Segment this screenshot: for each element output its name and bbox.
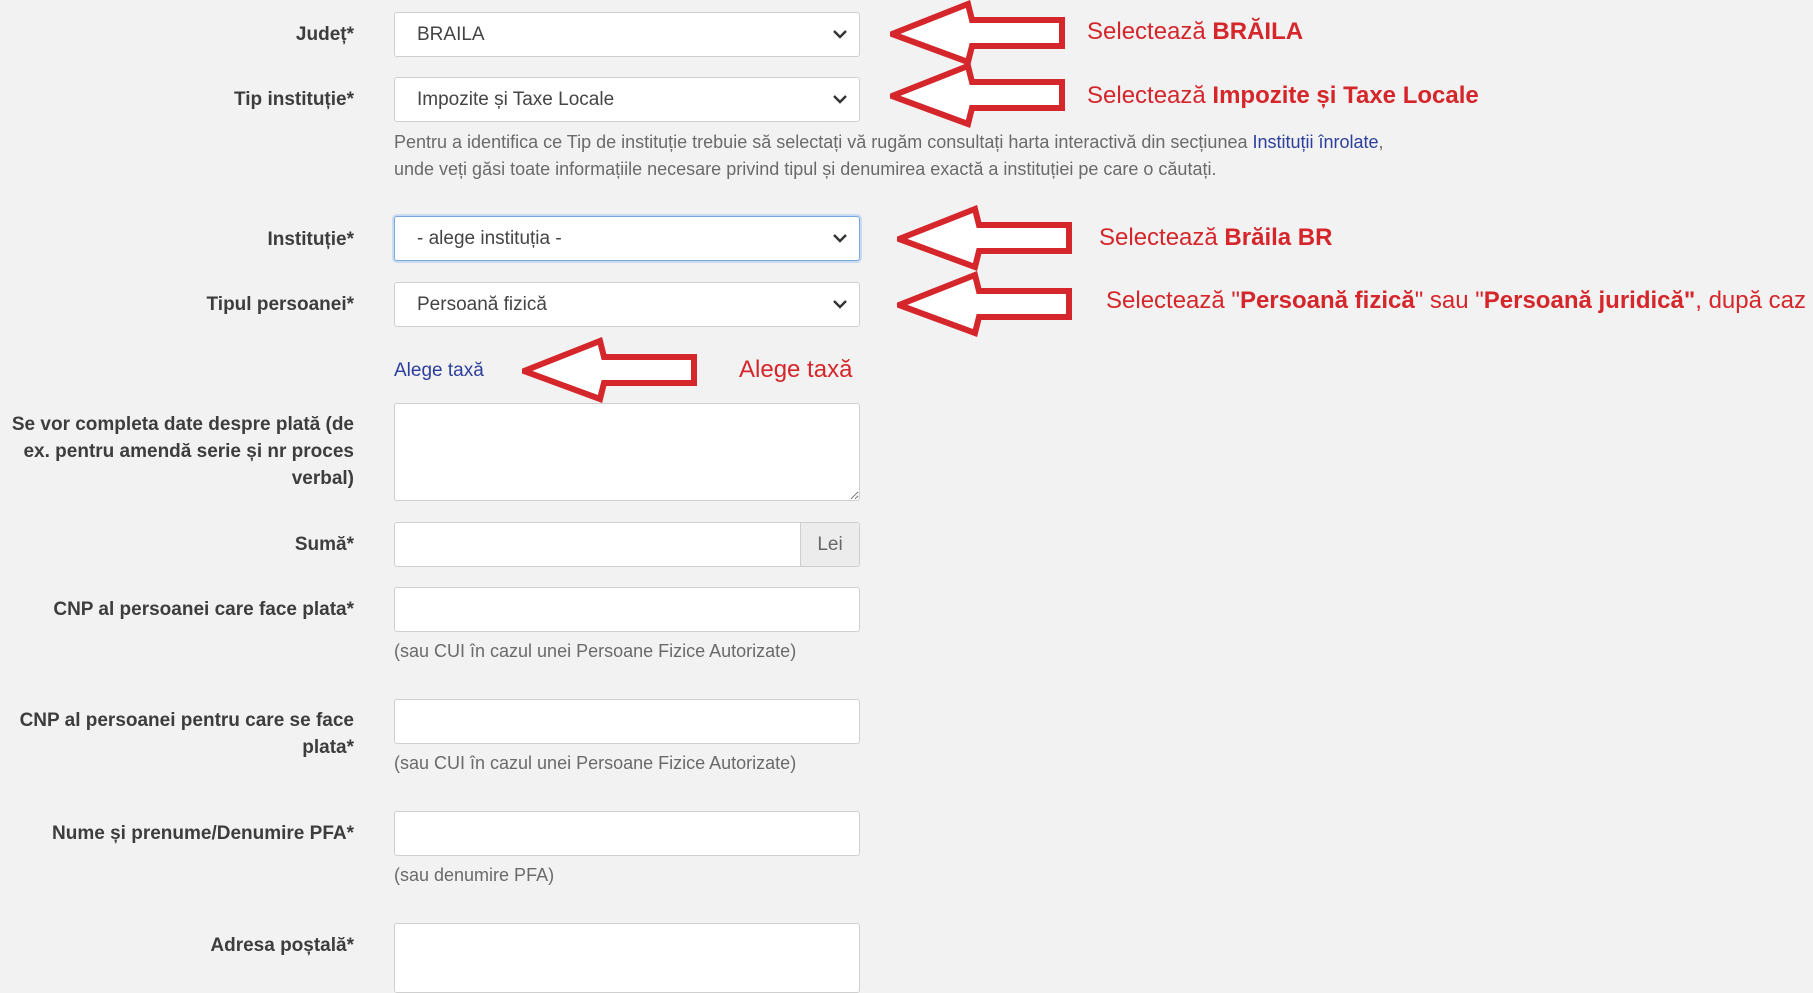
judet-value: BRAILA (417, 24, 485, 45)
institutii-inrolate-link[interactable]: Instituții înrolate (1252, 132, 1378, 152)
arrow-left-icon (890, 62, 1070, 128)
cnp-beneficiar-input[interactable] (394, 699, 860, 744)
adresa-input[interactable] (394, 923, 860, 993)
adresa-label: Adresa poștală* (210, 935, 354, 956)
chevron-down-icon (832, 94, 848, 104)
annotation-taxa: Alege taxă (739, 356, 853, 383)
suma-input[interactable]: Lei (394, 522, 860, 567)
judet-label: Județ* (295, 24, 354, 45)
annotation-judet: Selectează BRĂILA (1087, 18, 1304, 45)
tipul-persoanei-label: Tipul persoanei* (206, 294, 354, 315)
institutie-label: Instituție* (267, 229, 354, 250)
cnp-beneficiar-label: CNP al persoanei pentru care se face pla… (19, 710, 354, 758)
nume-help: (sau denumire PFA) (394, 865, 555, 885)
arrow-left-icon (897, 205, 1077, 271)
judet-select[interactable]: BRAILA (394, 12, 860, 57)
lei-addon: Lei (800, 523, 859, 566)
nume-label: Nume și prenume/Denumire PFA* (52, 823, 354, 844)
chevron-down-icon (832, 233, 848, 243)
annotation-tip: Selectează Impozite și Taxe Locale (1087, 82, 1479, 109)
chevron-down-icon (832, 29, 848, 39)
tip-institutie-label: Tip instituție* (234, 89, 354, 110)
detalii-plata-label: Se vor completa date despre plată (de ex… (11, 414, 354, 489)
alege-taxa-link[interactable]: Alege taxă (394, 360, 484, 382)
arrow-left-icon (522, 337, 702, 403)
cnp-beneficiar-help: (sau CUI în cazul unei Persoane Fizice A… (394, 753, 797, 773)
annotation-persoana: Selectează "Persoană fizică" sau "Persoa… (1106, 287, 1806, 314)
institutie-value: - alege instituția - (417, 228, 562, 249)
cnp-platitor-help: (sau CUI în cazul unei Persoane Fizice A… (394, 641, 797, 661)
tipul-persoanei-value: Persoană fizică (417, 294, 547, 315)
tipul-persoanei-select[interactable]: Persoană fizică (394, 282, 860, 327)
tip-institutie-select[interactable]: Impozite și Taxe Locale (394, 77, 860, 122)
cnp-platitor-label: CNP al persoanei care face plata* (53, 599, 354, 620)
cnp-platitor-input[interactable] (394, 587, 860, 632)
arrow-left-icon (890, 0, 1070, 66)
detalii-plata-textarea[interactable] (394, 403, 860, 501)
annotation-institutie: Selectează Brăila BR (1099, 224, 1333, 251)
tip-institutie-help-line2: unde veți găsi toate informațiile necesa… (394, 159, 1217, 179)
tip-institutie-help-line1: Pentru a identifica ce Tip de instituție… (394, 132, 1384, 152)
institutie-select[interactable]: - alege instituția - (394, 216, 860, 261)
chevron-down-icon (832, 299, 848, 309)
suma-label: Sumă* (294, 534, 354, 555)
tip-institutie-value: Impozite și Taxe Locale (417, 89, 615, 110)
arrow-left-icon (897, 271, 1077, 337)
nume-input[interactable] (394, 811, 860, 856)
